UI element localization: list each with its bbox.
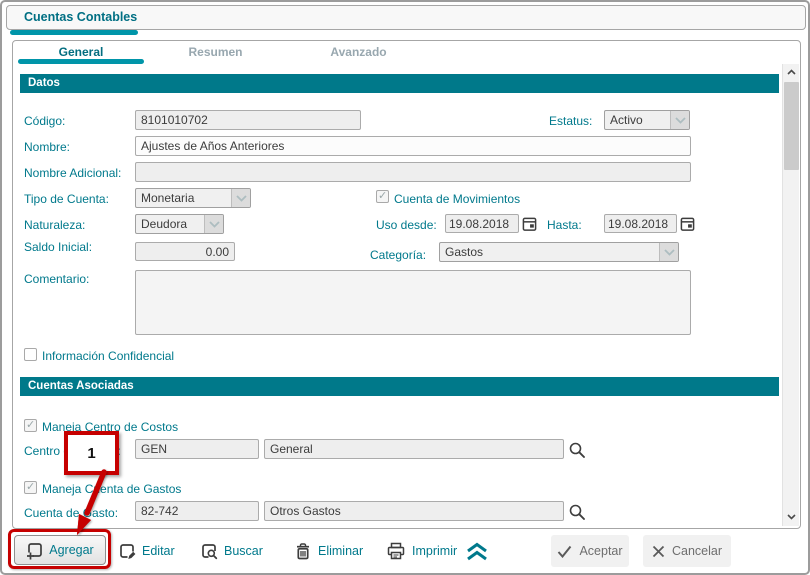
edit-document-icon: [118, 542, 136, 560]
aceptar-button[interactable]: Aceptar: [551, 535, 629, 567]
nombre-adicional-label: Nombre Adicional:: [24, 166, 121, 180]
section-header-datos: Datos: [20, 74, 779, 93]
imprimir-button[interactable]: Imprimir: [386, 540, 457, 562]
estatus-value: Activo: [605, 111, 670, 129]
tab-avanzado[interactable]: Avanzado: [287, 45, 430, 61]
naturaleza-select[interactable]: Deudora: [135, 214, 224, 234]
printer-icon: [386, 542, 406, 560]
chevron-down-icon[interactable]: [670, 111, 689, 129]
tipo-de-cuenta-value: Monetaria: [136, 189, 231, 207]
informacion-confidencial-label: Información Confidencial: [42, 349, 174, 363]
cuenta-de-gasto-name-input[interactable]: Otros Gastos: [264, 501, 564, 521]
eliminar-label: Eliminar: [318, 544, 363, 558]
scrollbar-thumb[interactable]: [784, 82, 799, 170]
cuenta-de-gasto-search-icon[interactable]: [568, 503, 586, 521]
chevron-double-up-icon: [464, 542, 490, 561]
maneja-centro-de-costos-checkbox[interactable]: [24, 419, 37, 432]
eliminar-button[interactable]: Eliminar: [294, 540, 363, 562]
callout-step-number: 1: [87, 445, 95, 462]
centro-de-costos-search-icon[interactable]: [568, 441, 586, 459]
estatus-select[interactable]: Activo: [604, 110, 690, 130]
x-icon: [652, 545, 665, 558]
uso-desde-calendar-icon[interactable]: [521, 215, 537, 232]
codigo-label: Código:: [24, 114, 65, 128]
active-window-tab-indicator: [10, 30, 138, 35]
nombre-label: Nombre:: [24, 140, 70, 154]
callout-arrow-icon: [57, 467, 117, 547]
centro-de-costos-name-input[interactable]: General: [264, 439, 564, 459]
cancelar-button[interactable]: Cancelar: [643, 535, 731, 567]
active-tab-indicator: [18, 59, 144, 64]
scroll-up-icon[interactable]: [783, 64, 800, 80]
window-title-tab[interactable]: Cuentas Contables: [24, 10, 137, 24]
chevron-down-icon[interactable]: [204, 215, 223, 233]
hasta-label: Hasta:: [547, 218, 582, 232]
tab-resumen[interactable]: Resumen: [144, 45, 287, 61]
chevron-down-icon[interactable]: [659, 243, 678, 261]
buscar-button[interactable]: Buscar: [200, 540, 263, 562]
aceptar-label: Aceptar: [579, 544, 622, 558]
categoria-value: Gastos: [440, 243, 659, 261]
saldo-inicial-label: Saldo Inicial:: [24, 240, 104, 254]
tipo-de-cuenta-select[interactable]: Monetaria: [135, 188, 251, 208]
informacion-confidencial-checkbox[interactable]: [24, 348, 37, 361]
nombre-input[interactable]: Ajustes de Años Anteriores: [135, 136, 691, 156]
cuenta-de-gasto-code-input[interactable]: 82-742: [135, 501, 259, 521]
tipo-de-cuenta-label: Tipo de Cuenta:: [24, 192, 109, 206]
categoria-select[interactable]: Gastos: [439, 242, 679, 262]
check-icon: [557, 545, 572, 558]
scroll-down-icon[interactable]: [783, 509, 800, 525]
uso-desde-input[interactable]: 19.08.2018: [445, 214, 519, 233]
centro-de-costos-code-input[interactable]: GEN: [135, 439, 259, 459]
cuenta-de-movimientos-label: Cuenta de Movimientos: [394, 192, 520, 206]
trash-icon: [294, 542, 312, 561]
categoria-label: Categoría:: [370, 248, 426, 262]
editar-button[interactable]: Editar: [118, 540, 175, 562]
vertical-scrollbar[interactable]: [782, 64, 799, 526]
comentario-textarea[interactable]: [135, 270, 691, 335]
editar-label: Editar: [142, 544, 175, 558]
naturaleza-label: Naturaleza:: [24, 218, 85, 232]
hasta-calendar-icon[interactable]: [679, 215, 695, 232]
search-document-icon: [200, 542, 218, 560]
maneja-cuenta-de-gastos-checkbox[interactable]: [24, 481, 37, 494]
estatus-label: Estatus:: [549, 114, 592, 128]
cancelar-label: Cancelar: [672, 544, 722, 558]
imprimir-label: Imprimir: [412, 544, 457, 558]
collapse-toolbar-button[interactable]: [464, 540, 490, 562]
chevron-down-icon[interactable]: [231, 189, 250, 207]
naturaleza-value: Deudora: [136, 215, 204, 233]
nombre-adicional-input[interactable]: [135, 162, 691, 182]
cuenta-de-movimientos-checkbox[interactable]: [376, 190, 389, 203]
comentario-label: Comentario:: [24, 272, 89, 286]
section-header-cuentas-asociadas: Cuentas Asociadas: [20, 377, 779, 396]
saldo-inicial-input[interactable]: 0.00: [135, 242, 235, 261]
uso-desde-label: Uso desde:: [376, 218, 437, 232]
codigo-input[interactable]: 8101010702: [135, 110, 361, 130]
cuentas-contables-window: Cuentas Contables General Resumen Avanza…: [0, 0, 810, 575]
hasta-input[interactable]: 19.08.2018: [604, 214, 677, 233]
buscar-label: Buscar: [224, 544, 263, 558]
